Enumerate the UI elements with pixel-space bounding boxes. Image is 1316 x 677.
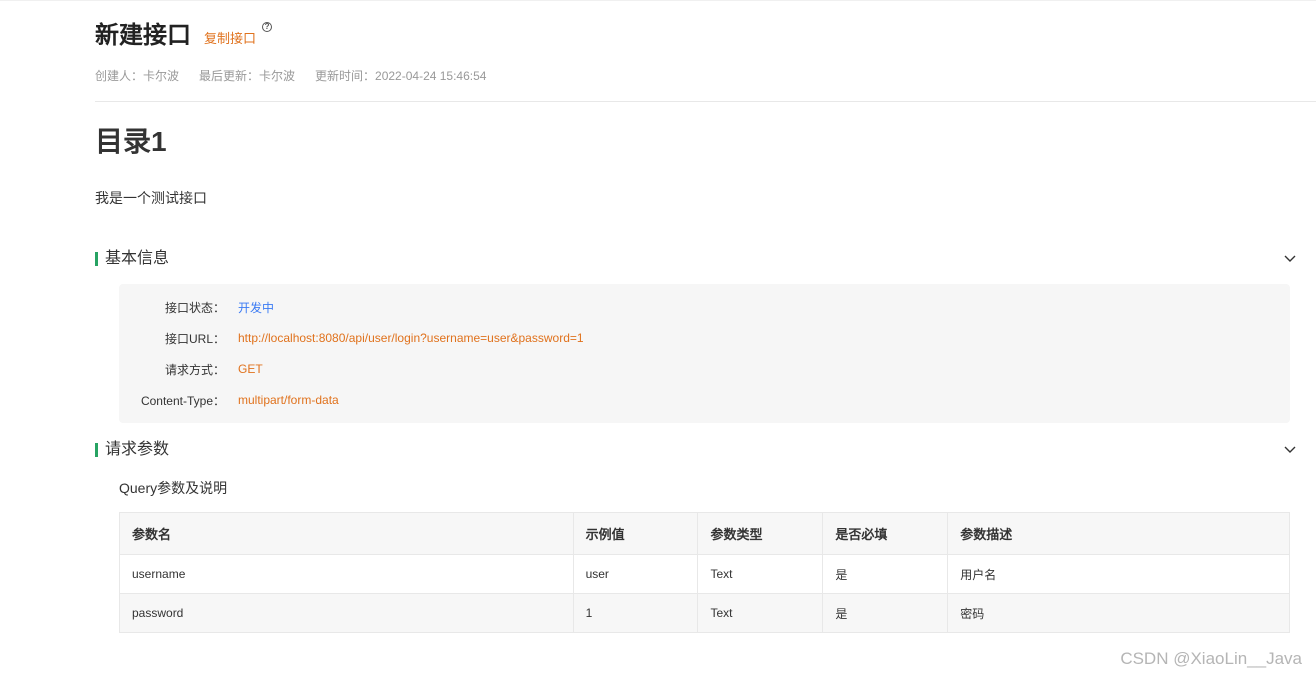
method-value: GET [238,362,263,376]
info-row-url: 接口URL： http://localhost:8080/api/user/lo… [119,328,584,348]
header-divider [95,101,1316,102]
table-row: password 1 Text 是 密码 [119,593,1290,633]
query-params-title: Query参数及说明 [119,480,228,496]
copy-interface-link[interactable]: 复制接口 [204,24,256,54]
table-cell: 是 [822,554,949,594]
chevron-down-icon[interactable] [1280,249,1300,269]
page-header: 新建接口 复制接口 ? [95,14,273,54]
column-header: 是否必填 [822,512,949,555]
section-accent-bar [95,443,98,457]
table-row: username user Text 是 用户名 [119,554,1290,594]
directory-title: 目录1 [95,126,167,157]
table-cell: Text [697,593,824,633]
chevron-down-icon[interactable] [1280,440,1300,460]
creator-text: 创建人：卡尔波 [95,69,180,83]
info-row-method: 请求方式： GET [119,359,263,379]
column-header: 参数描述 [947,512,1290,555]
query-params-table: 参数名 示例值 参数类型 是否必填 参数描述 username user Tex… [119,512,1290,633]
table-cell: username [119,554,574,594]
section-request-params-header[interactable]: 请求参数 [95,438,1300,462]
basic-info-panel: 接口状态： 开发中 接口URL： http://localhost:8080/a… [119,284,1290,423]
table-cell: Text [697,554,824,594]
section-basic-info-title: 基本信息 [105,250,170,267]
meta-info: 创建人：卡尔波 最后更新：卡尔波 更新时间：2022-04-24 15:46:5… [95,67,506,84]
updated-time-text: 更新时间：2022-04-24 15:46:54 [315,69,487,83]
table-cell: 是 [822,593,949,633]
table-cell: 密码 [947,593,1290,633]
table-header-row: 参数名 示例值 参数类型 是否必填 参数描述 [119,512,1290,555]
column-header: 参数类型 [697,512,824,555]
info-label: 接口状态： [164,300,225,315]
info-label: 接口URL： [164,331,225,346]
column-header: 参数名 [119,512,574,555]
info-label: 请求方式： [164,362,225,377]
section-basic-info-header[interactable]: 基本信息 [95,247,1300,271]
table-cell: 1 [572,593,699,633]
last-updater-text: 最后更新：卡尔波 [199,69,296,83]
status-value: 开发中 [238,300,275,315]
table-cell: user [572,554,699,594]
column-header: 示例值 [572,512,699,555]
info-row-status: 接口状态： 开发中 [119,297,274,317]
info-label: Content-Type： [140,393,225,408]
table-cell: password [119,593,574,633]
section-accent-bar [95,252,98,266]
top-border [0,0,1316,1]
url-value[interactable]: http://localhost:8080/api/user/login?use… [238,331,584,345]
watermark: CSDN @XiaoLin__Java [1120,649,1302,668]
table-cell: 用户名 [947,554,1290,594]
title-row: 新建接口 复制接口 ? [95,14,273,54]
content-type-value: multipart/form-data [238,393,339,407]
info-row-content-type: Content-Type： multipart/form-data [119,390,339,410]
directory-description: 我是一个测试接口 [95,190,207,206]
page-title: 新建接口 [95,22,191,49]
help-icon[interactable]: ? [262,22,273,32]
section-request-params-title: 请求参数 [105,441,170,458]
